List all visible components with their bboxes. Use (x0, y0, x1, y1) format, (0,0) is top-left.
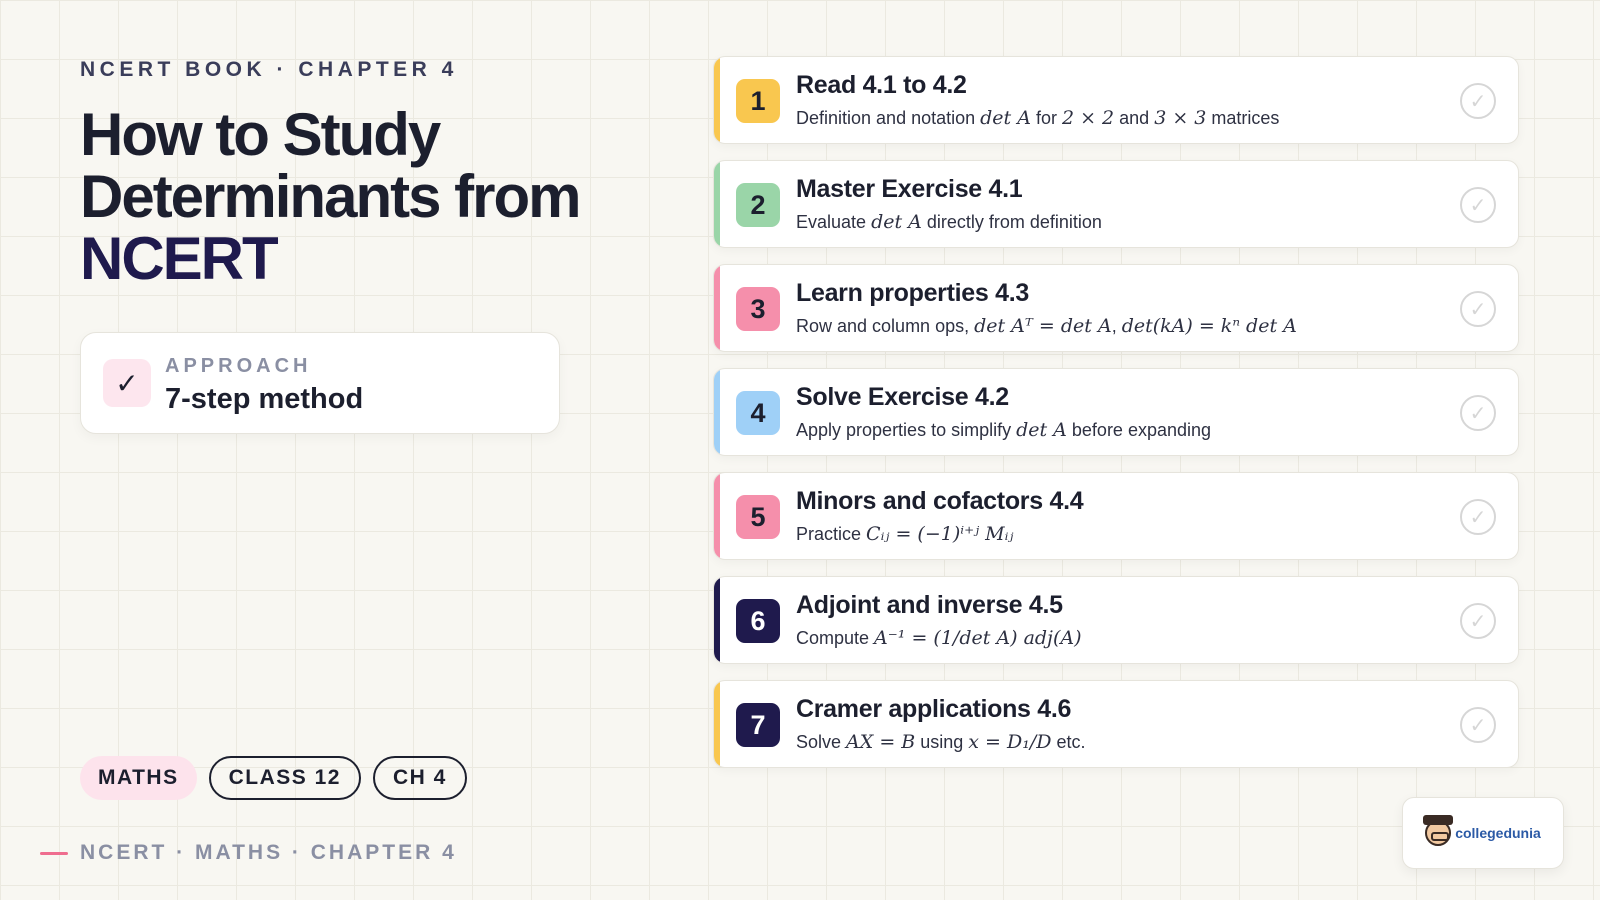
step-accent-bar (714, 577, 720, 663)
step-number-badge: 5 (736, 495, 780, 539)
step-number-badge: 3 (736, 287, 780, 331)
step-card: 4 Solve Exercise 4.2 Apply properties to… (713, 368, 1519, 456)
step-description: Evaluate det A directly from definition (796, 211, 1102, 233)
step-check-icon[interactable]: ✓ (1460, 395, 1496, 431)
step-card: 6 Adjoint and inverse 4.5 Compute A⁻¹ = … (713, 576, 1519, 664)
step-description: Row and column ops, det Aᵀ = det A, det(… (796, 315, 1297, 337)
step-title: Adjoint and inverse 4.5 (796, 591, 1063, 619)
eyebrow: NCERT BOOK · CHAPTER 4 (80, 58, 458, 81)
footer-dash (40, 851, 68, 855)
footer: NCERT · MATHS · CHAPTER 4 (40, 841, 457, 865)
step-card: 7 Cramer applications 4.6 Solve AX = B u… (713, 680, 1519, 768)
step-title: Solve Exercise 4.2 (796, 383, 1009, 411)
tag-list: MATHS CLASS 12 CH 4 (80, 756, 467, 800)
step-check-icon[interactable]: ✓ (1460, 499, 1496, 535)
step-number-badge: 2 (736, 183, 780, 227)
collegedunia-logo[interactable]: collegedunia (1402, 797, 1564, 869)
step-number-badge: 7 (736, 703, 780, 747)
approach-label: APPROACH (165, 355, 312, 377)
step-title: Minors and cofactors 4.4 (796, 487, 1084, 515)
step-description: Practice Cᵢⱼ = (−1)ⁱ⁺ʲ Mᵢⱼ (796, 523, 1014, 545)
step-card: 5 Minors and cofactors 4.4 Practice Cᵢⱼ … (713, 472, 1519, 560)
step-title: Master Exercise 4.1 (796, 175, 1023, 203)
step-check-icon[interactable]: ✓ (1460, 291, 1496, 327)
step-description: Apply properties to simplify det A befor… (796, 419, 1212, 441)
tag-maths: MATHS (80, 756, 197, 800)
step-card: 1 Read 4.1 to 4.2 Definition and notatio… (713, 56, 1519, 144)
title-line-2: Determinants from (80, 163, 581, 230)
step-description: Compute A⁻¹ = (1/det A) adj(A) (796, 627, 1082, 649)
approach-value: 7-step method (165, 383, 364, 415)
logo-brand-text: collegedunia (1455, 825, 1541, 841)
step-description: Definition and notation det A for 2 × 2 … (796, 107, 1280, 129)
step-card: 3 Learn properties 4.3 Row and column op… (713, 264, 1519, 352)
approach-card: ✓ APPROACH 7-step method (80, 332, 560, 434)
step-accent-bar (714, 161, 720, 247)
step-check-icon[interactable]: ✓ (1460, 187, 1496, 223)
step-check-icon[interactable]: ✓ (1460, 603, 1496, 639)
title-line-1: How to Study (80, 101, 441, 168)
title-line-3: NCERT (80, 225, 279, 292)
step-list: 1 Read 4.1 to 4.2 Definition and notatio… (713, 56, 1519, 784)
step-accent-bar (714, 681, 720, 767)
step-number-badge: 6 (736, 599, 780, 643)
step-card: 2 Master Exercise 4.1 Evaluate det A dir… (713, 160, 1519, 248)
step-number-badge: 4 (736, 391, 780, 435)
step-check-icon[interactable]: ✓ (1460, 83, 1496, 119)
step-accent-bar (714, 57, 720, 143)
step-description: Solve AX = B using x = D₁/D etc. (796, 731, 1086, 753)
footer-text: NCERT · MATHS · CHAPTER 4 (80, 841, 457, 864)
tag-class: CLASS 12 (208, 756, 361, 800)
step-accent-bar (714, 369, 720, 455)
step-title: Read 4.1 to 4.2 (796, 71, 967, 99)
mascot-icon (1423, 815, 1454, 846)
step-check-icon[interactable]: ✓ (1460, 707, 1496, 743)
step-title: Learn properties 4.3 (796, 279, 1029, 307)
step-accent-bar (714, 265, 720, 351)
step-number-badge: 1 (736, 79, 780, 123)
page-title: How to Study Determinants from NCERT (80, 104, 660, 290)
tag-chapter: CH 4 (372, 756, 467, 800)
step-title: Cramer applications 4.6 (796, 695, 1072, 723)
step-accent-bar (714, 473, 720, 559)
checkmark-icon: ✓ (103, 359, 151, 407)
